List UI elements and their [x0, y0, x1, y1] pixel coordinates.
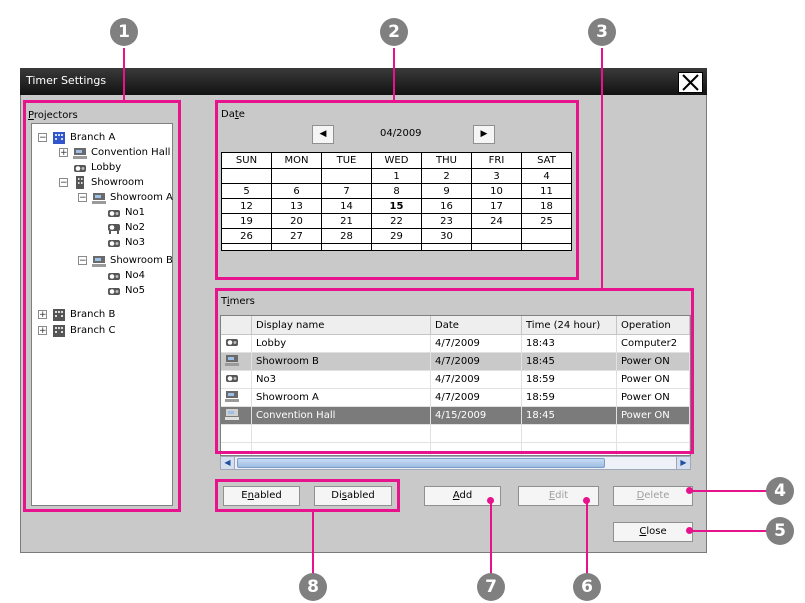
callout-number-2: 2 [380, 18, 408, 46]
callout-frame-date [215, 100, 579, 280]
callout-number-8: 8 [299, 573, 327, 601]
callout-line-1 [123, 48, 125, 101]
scrollbar-thumb[interactable] [237, 458, 605, 468]
scroll-right-icon[interactable]: ▶ [676, 457, 690, 469]
callout-number-7: 7 [477, 573, 505, 601]
callout-frame-enable-disable [215, 479, 400, 512]
callout-number-1: 1 [110, 18, 138, 46]
window-close-button[interactable] [678, 72, 703, 93]
callout-line-5 [689, 530, 767, 532]
callout-number-5: 5 [766, 517, 794, 545]
callout-line-6 [586, 500, 588, 577]
callout-line-8 [312, 511, 314, 577]
callout-line-3 [601, 48, 603, 289]
callout-dot-6 [583, 497, 590, 504]
callout-line-4 [689, 490, 767, 492]
delete-button[interactable]: Delete [613, 486, 693, 506]
callout-number-6: 6 [573, 573, 601, 601]
callout-dot-4 [686, 487, 693, 494]
close-button[interactable]: Close [613, 522, 693, 542]
horizontal-scrollbar[interactable]: ◀ ▶ [220, 456, 691, 470]
scroll-left-icon[interactable]: ◀ [221, 457, 235, 469]
callout-number-3: 3 [588, 18, 616, 46]
window-title: Timer Settings [26, 74, 107, 87]
callout-frame-timers [215, 288, 694, 454]
callout-number-4: 4 [766, 477, 794, 505]
callout-frame-projectors [23, 100, 181, 512]
close-icon [682, 74, 699, 91]
callout-dot-5 [686, 527, 693, 534]
callout-dot-7 [487, 497, 494, 504]
callout-line-2 [393, 48, 395, 101]
callout-line-7 [490, 500, 492, 577]
